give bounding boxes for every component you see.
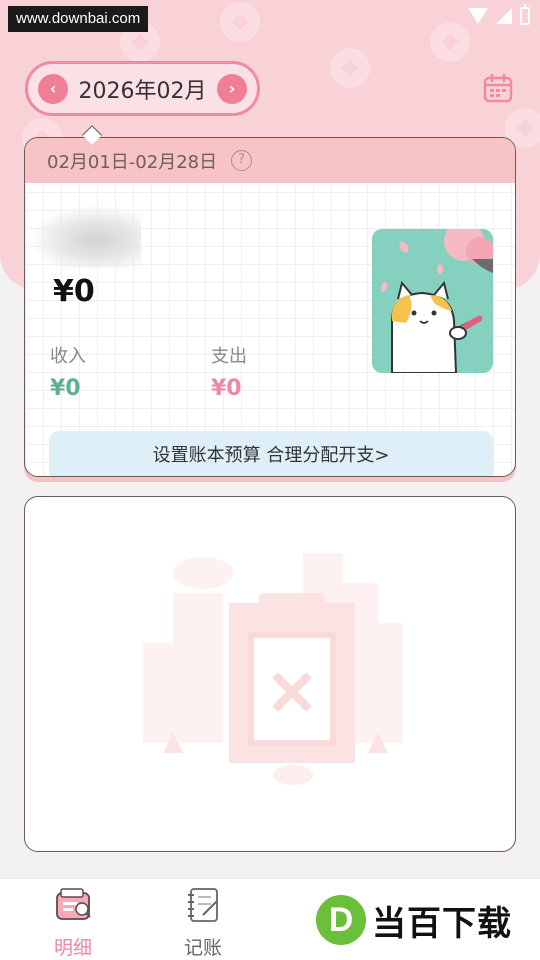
tab-record-label: 记账 [183, 937, 222, 959]
coin-decoration [220, 2, 260, 42]
help-icon[interactable]: ? [231, 150, 253, 171]
chevron-right-icon[interactable]: › [216, 73, 247, 104]
wifi-icon [468, 8, 488, 24]
expense-value: ¥0 [211, 376, 242, 401]
avatar [31, 206, 141, 268]
income-value: ¥0 [50, 376, 81, 401]
expense-label: 支出 [211, 346, 247, 367]
coin-decoration [330, 48, 370, 88]
brand-text: 当百下载 [372, 903, 512, 944]
budget-prompt-button[interactable]: 设置账本预算 合理分配开支> [49, 431, 493, 476]
balance-value: ¥0 [53, 274, 95, 309]
empty-state-icon [143, 553, 403, 785]
tab-detail[interactable]: 明细 [33, 887, 113, 960]
status-bar [468, 4, 530, 25]
wallet-icon [56, 888, 91, 920]
signal-icon [496, 8, 512, 24]
tab-record[interactable]: 记账 [163, 887, 243, 960]
coin-decoration [430, 22, 470, 62]
brand-watermark: D 当百下载 [316, 895, 512, 945]
date-range: 02月01日-02月28日 [47, 151, 218, 173]
summary-card-header: 02月01日-02月28日 ? [25, 138, 515, 183]
battery-icon [520, 4, 530, 25]
tab-detail-label: 明细 [53, 937, 92, 959]
brand-logo: D [316, 895, 366, 945]
month-selector[interactable]: ‹ 2026年02月 › [25, 61, 260, 116]
chevron-left-icon[interactable]: ‹ [38, 73, 68, 104]
watermark: www.downbai.com [8, 6, 149, 32]
summary-card: 02月01日-02月28日 ? ¥0 收入 ¥0 支出 ¥0 设置账本预算 合理… [24, 137, 516, 477]
month-label: 2026年02月 [78, 78, 207, 104]
transaction-list-panel [24, 496, 516, 852]
income-label: 收入 [50, 346, 86, 367]
calendar-icon[interactable] [482, 72, 514, 104]
cat-illustration [372, 229, 493, 373]
notebook-icon [188, 888, 218, 922]
